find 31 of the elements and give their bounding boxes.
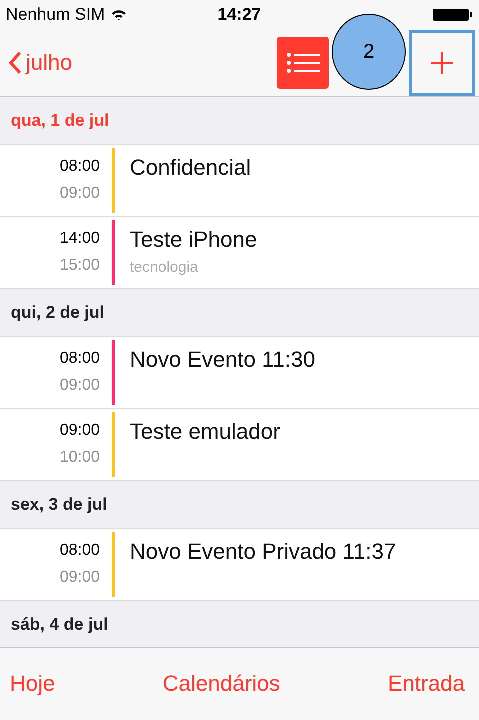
end-time: 09:00 [60, 185, 100, 203]
carrier-label: Nenhum SIM [6, 5, 106, 25]
start-time: 14:00 [60, 230, 100, 248]
end-time: 09:00 [60, 569, 100, 587]
clock-time: 14:27 [218, 5, 262, 25]
add-button[interactable] [409, 30, 475, 96]
end-time: 15:00 [60, 257, 100, 275]
event-row[interactable]: 08:00 09:00 Confidencial [0, 145, 479, 217]
event-row[interactable]: 08:00 09:00 Novo Evento 11:30 [0, 337, 479, 409]
start-time: 09:00 [60, 422, 100, 440]
event-row[interactable]: 09:00 10:00 Teste emulador [0, 409, 479, 481]
event-title: Novo Evento 11:30 [130, 347, 316, 373]
start-time: 08:00 [60, 542, 100, 560]
plus-icon [429, 50, 455, 76]
list-icon [286, 52, 320, 74]
step-badge: 2 [332, 14, 406, 90]
event-row[interactable]: 08:00 09:00 Novo Evento Privado 11:37 [0, 529, 479, 601]
start-time: 08:00 [60, 350, 100, 368]
event-title: Confidencial [130, 155, 252, 181]
end-time: 09:00 [60, 377, 100, 395]
list-view-button[interactable] [277, 37, 329, 89]
event-title: Teste emulador [130, 419, 280, 445]
event-location: tecnologia [130, 259, 200, 276]
event-title: Teste iPhone [130, 227, 258, 253]
chevron-left-icon [8, 51, 22, 75]
event-row[interactable]: 14:00 15:00 Teste iPhone tecnologia [0, 217, 479, 289]
start-time: 08:00 [60, 158, 100, 176]
battery-icon [433, 8, 473, 22]
event-title: Novo Evento Privado 11:37 [130, 539, 396, 565]
end-time: 10:00 [60, 449, 100, 467]
wifi-icon [111, 9, 128, 21]
